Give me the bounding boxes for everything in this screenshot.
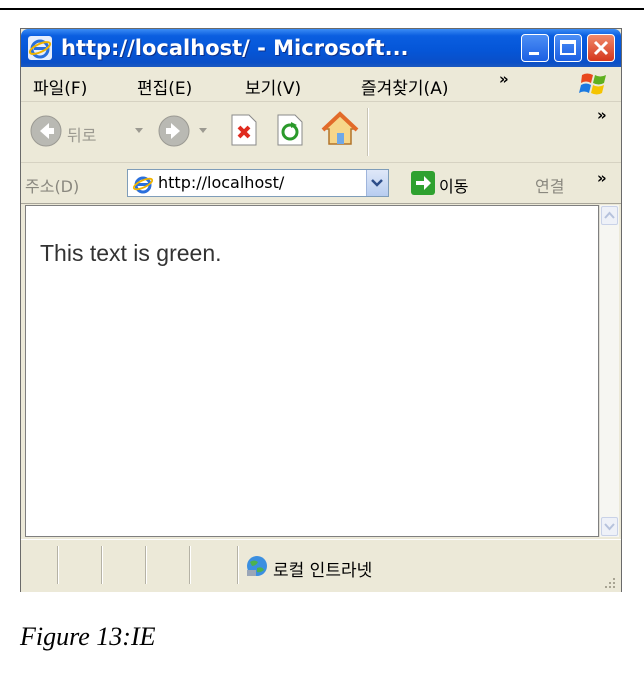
page-content: This text is green. <box>25 205 599 537</box>
window-title: http://localhost/ - Microsoft... <box>61 36 409 60</box>
links-more-chevron[interactable]: » <box>597 169 607 187</box>
minimize-icon <box>529 52 539 55</box>
links-label[interactable]: 연결 <box>535 173 564 197</box>
forward-dropdown-icon[interactable] <box>199 128 209 134</box>
status-cell <box>103 546 146 584</box>
top-rule <box>0 8 644 10</box>
close-icon <box>593 40 609 56</box>
scroll-up-button[interactable] <box>601 206 618 225</box>
address-field[interactable]: http://localhost/ <box>127 169 389 197</box>
ie-icon <box>28 36 52 60</box>
status-cell <box>59 546 102 584</box>
back-arrow-icon[interactable] <box>29 114 63 148</box>
go-label[interactable]: 이동 <box>439 173 468 197</box>
maximize-icon <box>560 40 576 55</box>
page-ie-icon <box>132 176 154 194</box>
intranet-globe-icon <box>247 556 267 576</box>
refresh-icon[interactable] <box>275 114 305 146</box>
address-input[interactable]: http://localhost/ <box>158 173 284 192</box>
status-cell <box>147 546 190 584</box>
page-text: This text is green. <box>40 240 222 266</box>
maximize-button[interactable] <box>554 34 582 62</box>
status-cell <box>21 546 58 584</box>
forward-arrow-icon[interactable] <box>157 114 191 148</box>
chevron-up-icon <box>604 211 615 219</box>
menu-more-chevron[interactable]: » <box>499 70 509 88</box>
toolbar-more-chevron[interactable]: » <box>597 106 607 124</box>
resize-grip-icon[interactable] <box>601 574 617 590</box>
status-bar: 로컬 인트라넷 <box>21 539 621 592</box>
status-cell <box>191 546 238 584</box>
figure-caption: Figure 13:IE <box>20 622 156 651</box>
back-dropdown-icon[interactable] <box>135 128 145 134</box>
windows-logo-icon <box>579 73 606 95</box>
menu-favorites[interactable]: 즐겨찾기(A) <box>361 74 448 99</box>
toolbar-separator <box>367 108 369 156</box>
standard-toolbar: 뒤로 » <box>21 102 621 163</box>
close-button[interactable] <box>587 34 615 62</box>
menu-edit[interactable]: 편집(E) <box>137 74 192 99</box>
title-bar[interactable]: http://localhost/ - Microsoft... <box>21 29 621 67</box>
chevron-down-icon <box>604 523 615 531</box>
address-dropdown-button[interactable] <box>366 170 388 196</box>
menu-view[interactable]: 보기(V) <box>245 74 301 99</box>
vertical-scrollbar[interactable] <box>599 205 619 537</box>
home-icon[interactable] <box>321 110 359 148</box>
chevron-down-icon <box>371 179 383 187</box>
address-label: 주소(D) <box>25 177 80 196</box>
address-bar: 주소(D) http://localhost/ 이동 연결 » <box>21 163 621 204</box>
browser-window: http://localhost/ - Microsoft... 파일(F) 편… <box>20 28 622 592</box>
back-label[interactable]: 뒤로 <box>67 122 96 146</box>
menu-bar: 파일(F) 편집(E) 보기(V) 즐겨찾기(A) » <box>21 67 621 102</box>
scroll-down-button[interactable] <box>601 517 618 536</box>
stop-icon[interactable] <box>229 114 259 146</box>
menu-file[interactable]: 파일(F) <box>33 74 87 99</box>
go-arrow-icon[interactable] <box>411 171 435 195</box>
minimize-button[interactable] <box>521 34 549 62</box>
security-zone-label: 로컬 인트라넷 <box>273 561 373 581</box>
